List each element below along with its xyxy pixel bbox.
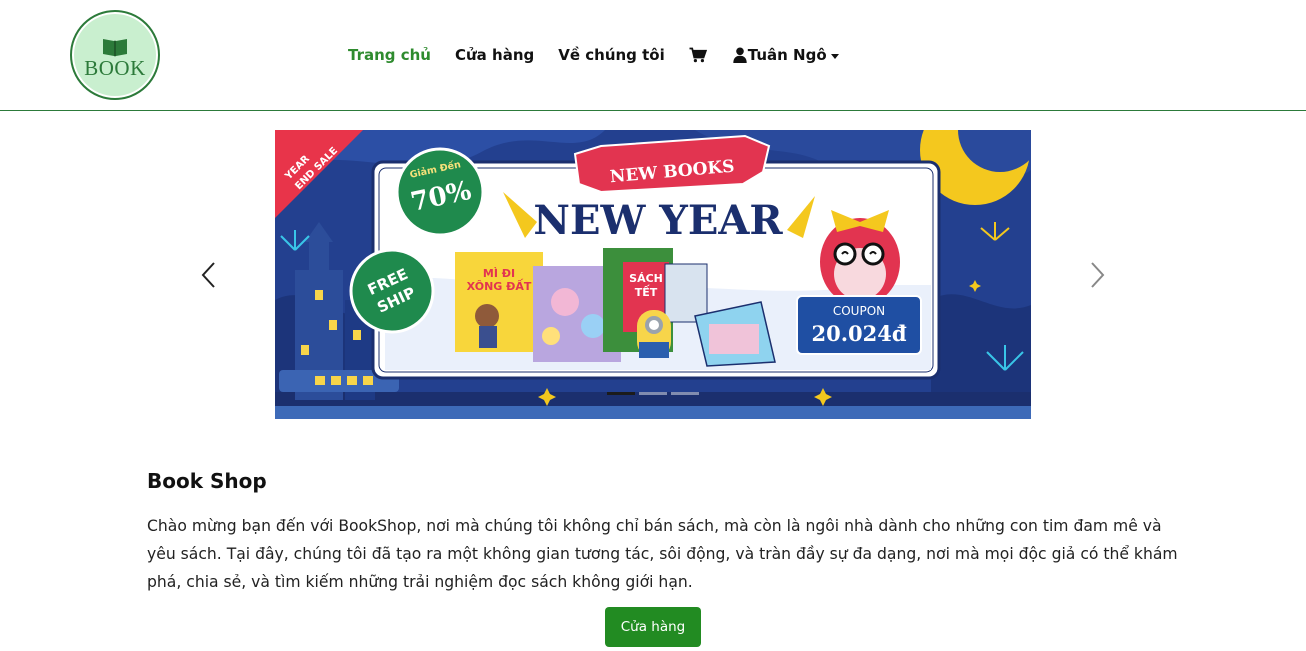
coupon-label: COUPON [833, 304, 885, 318]
nav-shop[interactable]: Cửa hàng [443, 46, 546, 64]
caret-down-icon [830, 53, 839, 59]
intro-section: Book Shop Chào mừng bạn đến với BookShop… [147, 466, 1182, 596]
brand-logo[interactable]: BOOK [70, 10, 160, 100]
carousel-indicators [607, 392, 699, 395]
coupon-value: 20.024đ [811, 321, 906, 346]
site-header: BOOK Trang chủ Cửa hàng Về chúng tôi Tuâ… [0, 0, 1306, 111]
shop-button[interactable]: Cửa hàng [605, 607, 701, 647]
nav-home[interactable]: Trang chủ [336, 46, 443, 64]
book-icon [103, 39, 127, 57]
user-icon [733, 47, 747, 63]
cart-icon [689, 47, 707, 63]
book-title-2: XÔNG ĐẤT [467, 278, 532, 293]
chevron-right-icon [1091, 262, 1105, 288]
section-title: Book Shop [147, 469, 267, 493]
cart-button[interactable] [677, 47, 719, 63]
carousel-indicator-1[interactable] [607, 392, 635, 395]
book-title-1: MÌ ĐI [483, 267, 515, 280]
carousel-indicator-2[interactable] [639, 392, 667, 395]
user-menu-dropdown[interactable]: Tuân Ngô [719, 46, 839, 64]
logo-text: BOOK [84, 56, 146, 80]
section-description: Chào mừng bạn đến với BookShop, nơi mà c… [147, 517, 1178, 591]
carousel-next-button[interactable] [1083, 258, 1113, 292]
carousel-indicator-3[interactable] [671, 392, 699, 395]
new-year-banner-image: YEAR END SALE Giảm Đến 70% FREE SHIP NEW… [275, 130, 1031, 419]
nav-about[interactable]: Về chúng tôi [546, 46, 677, 64]
carousel-prev-button[interactable] [193, 258, 223, 292]
banner-carousel[interactable]: YEAR END SALE Giảm Đến 70% FREE SHIP NEW… [275, 130, 1031, 419]
banner-headline: NEW YEAR [533, 197, 783, 244]
book-title-4: TẾT [635, 284, 658, 299]
user-name: Tuân Ngô [747, 46, 827, 64]
main-nav: Trang chủ Cửa hàng Về chúng tôi Tuân Ngô [336, 40, 839, 70]
chevron-left-icon [201, 262, 215, 288]
book-title-3: SÁCH [629, 272, 663, 285]
